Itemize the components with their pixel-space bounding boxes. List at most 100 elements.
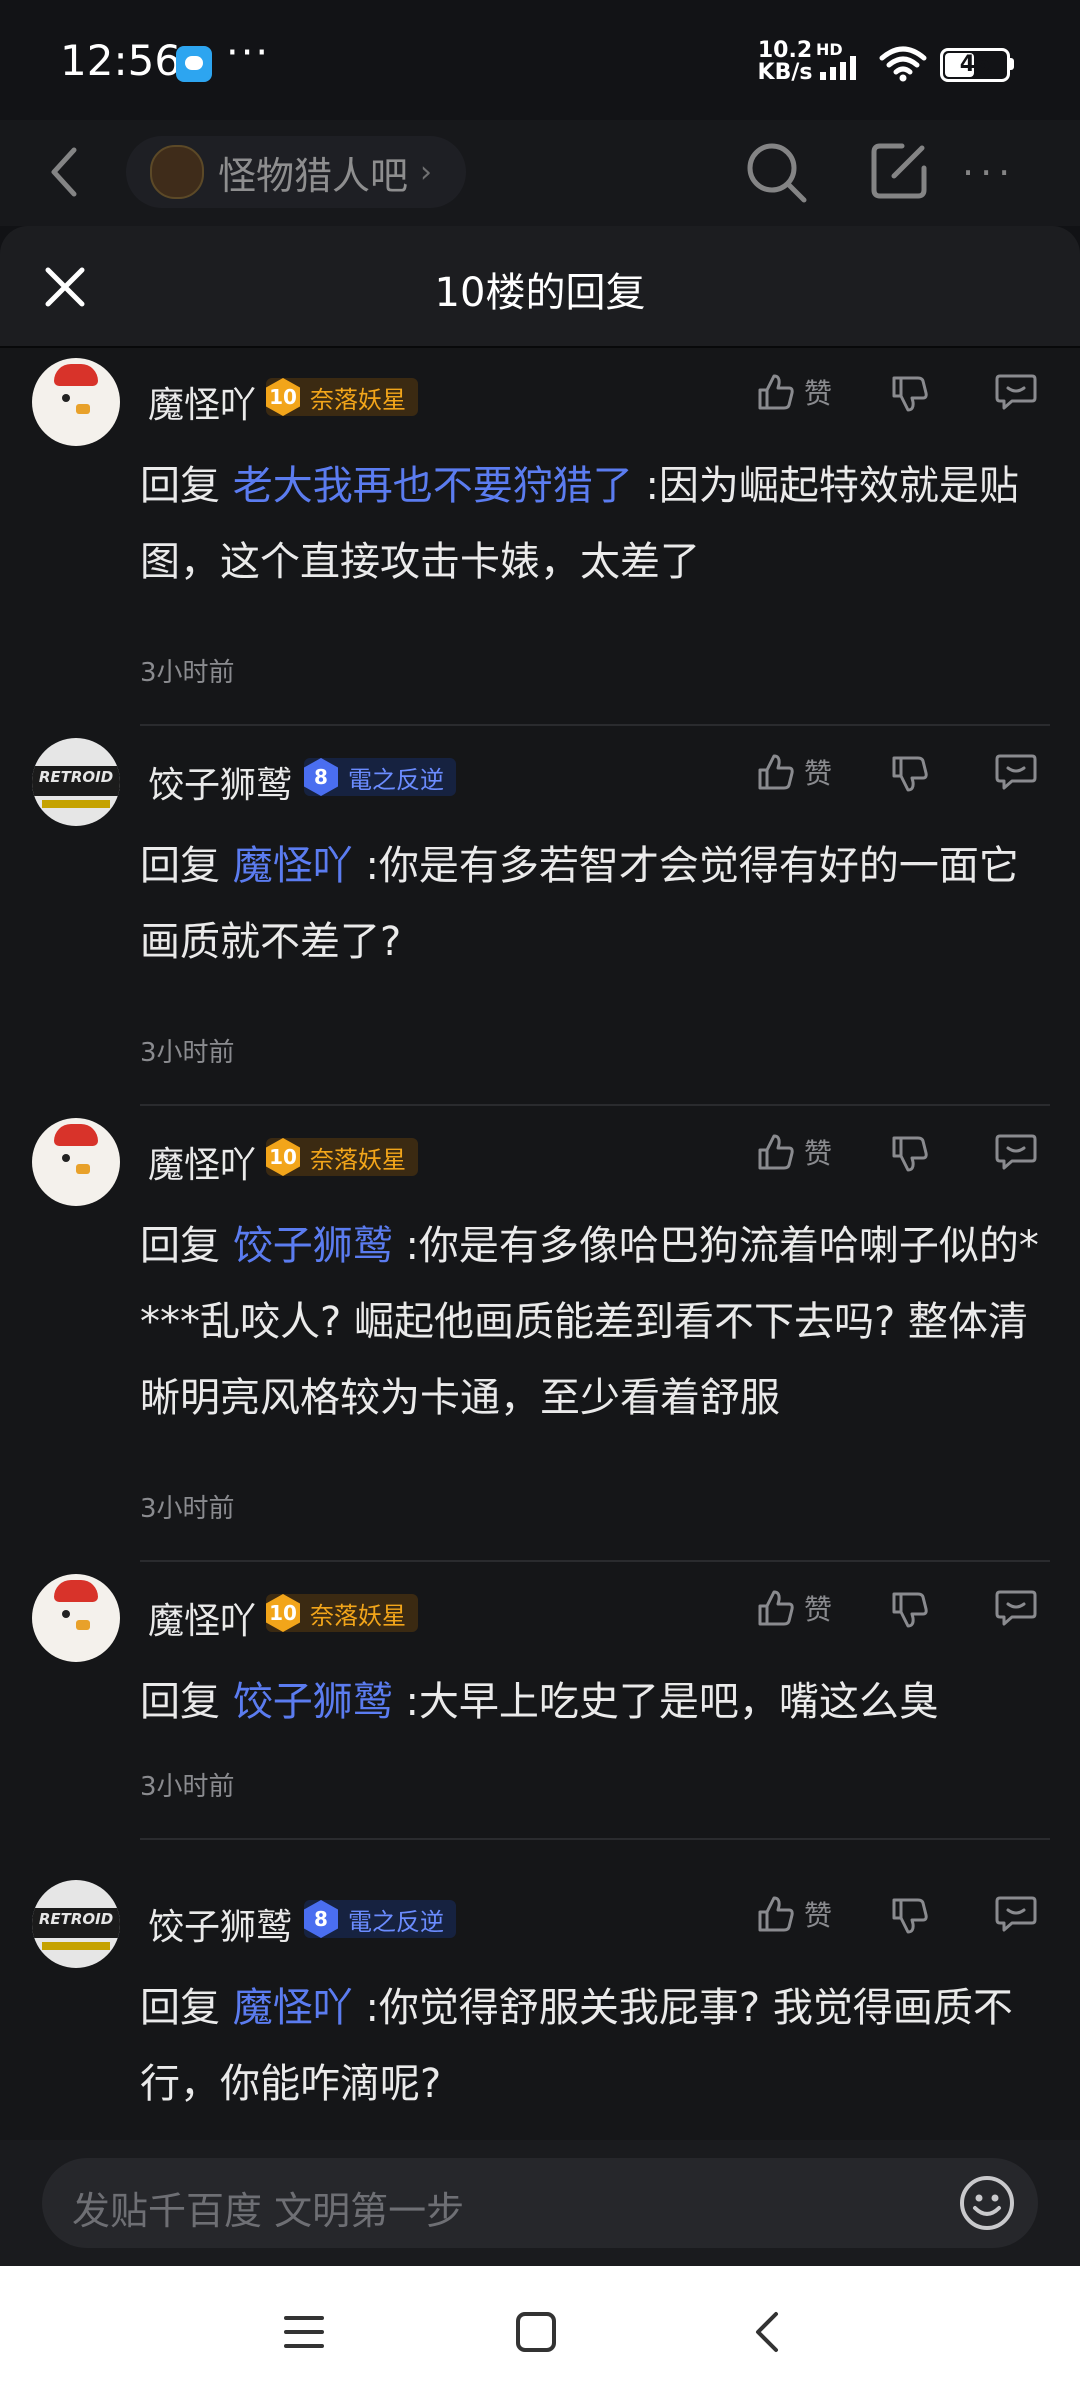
forum-avatar — [150, 145, 204, 199]
reply-time: 3小时前 — [140, 1772, 235, 1802]
reply-prefix: 回复 — [140, 1985, 220, 2031]
system-back-icon[interactable] — [746, 2308, 790, 2356]
like-button[interactable]: 赞 — [756, 1894, 832, 1934]
thumbs-up-icon — [758, 754, 794, 790]
home-icon[interactable] — [514, 2310, 558, 2354]
reply-time: 3小时前 — [140, 1494, 235, 1524]
badge-title: 奈落妖星 — [310, 1601, 406, 1630]
reply-prefix: 回复 — [140, 1679, 220, 1725]
mention-link[interactable]: 饺子狮鹫 — [233, 1223, 393, 1269]
divider — [140, 724, 1050, 726]
reply-icon[interactable] — [994, 1588, 1038, 1628]
reply-icon[interactable] — [994, 1132, 1038, 1172]
avatar[interactable] — [32, 1574, 120, 1662]
level-badge[interactable]: 8 電之反逆 — [304, 1900, 456, 1938]
battery-level: 46 — [959, 52, 991, 77]
thumbs-up-icon — [758, 1590, 794, 1626]
network-speed: 10.2 KB/s — [757, 38, 813, 85]
divider — [140, 1104, 1050, 1106]
reply-content: 回复 魔怪吖 :你觉得舒服关我屁事? 我觉得画质不行，你能咋滴呢? — [140, 1970, 1050, 2122]
battery-tip — [1008, 58, 1014, 70]
level-number: 8 — [304, 758, 338, 796]
edit-icon[interactable] — [866, 138, 932, 204]
like-label: 赞 — [804, 1137, 833, 1170]
battery-icon: 46 — [940, 48, 1010, 82]
reply-icon[interactable] — [994, 752, 1038, 792]
reply-icon[interactable] — [994, 372, 1038, 412]
username[interactable]: 魔怪吖 — [148, 1592, 256, 1644]
reply-time: 3小时前 — [140, 658, 235, 688]
more-notifications-icon: ··· — [226, 30, 271, 76]
mention-link[interactable]: 饺子狮鹫 — [233, 1679, 393, 1725]
like-label: 赞 — [804, 1593, 833, 1626]
level-number: 10 — [266, 378, 300, 416]
status-bar: 12:56 ··· 10.2 KB/s HD 46 — [0, 0, 1080, 120]
thumbs-up-icon — [758, 1134, 794, 1170]
menu-icon[interactable] — [282, 2310, 326, 2354]
like-label: 赞 — [804, 757, 833, 790]
like-button[interactable]: 赞 — [756, 752, 832, 792]
reply-content: 回复 饺子狮鹫 :你是有多像哈巴狗流着哈喇子似的****乱咬人? 崛起他画质能差… — [140, 1208, 1050, 1436]
avatar[interactable] — [32, 358, 120, 446]
avatar[interactable]: RETROID — [32, 1880, 120, 1968]
like-button[interactable]: 赞 — [756, 1588, 832, 1628]
reply-sheet: 10楼的回复 魔怪吖 10 奈落妖星 赞 回复 老大我再也不要狩猎了:因为崛起… — [0, 226, 1080, 2266]
like-button[interactable]: 赞 — [756, 1132, 832, 1172]
forum-chip[interactable]: 怪物猎人吧 › — [126, 136, 467, 208]
thumbs-down-icon[interactable] — [890, 754, 930, 794]
username[interactable]: 魔怪吖 — [148, 1136, 256, 1188]
thumbs-up-icon — [758, 374, 794, 410]
reply-content: 回复 魔怪吖 :你是有多若智才会觉得有好的一面它画质就不差了? — [140, 828, 1050, 980]
username[interactable]: 饺子狮鹫 — [148, 756, 292, 808]
reply-prefix: 回复 — [140, 463, 220, 509]
level-number: 8 — [304, 1900, 338, 1938]
level-badge[interactable]: 10 奈落妖星 — [266, 1138, 418, 1176]
search-icon[interactable] — [742, 138, 812, 208]
reply-text: :大早上吃史了是吧，嘴这么臭 — [405, 1679, 939, 1725]
badge-title: 電之反逆 — [348, 765, 444, 794]
thumbs-down-icon[interactable] — [890, 1896, 930, 1936]
reply-content: 回复 饺子狮鹫 :大早上吃史了是吧，嘴这么臭 — [140, 1664, 1050, 1740]
chevron-right-icon: › — [420, 154, 433, 190]
reply-prefix: 回复 — [140, 1223, 220, 1269]
divider — [140, 1560, 1050, 1562]
reply-icon[interactable] — [994, 1894, 1038, 1934]
comment-input[interactable]: 发贴千百度 文明第一步 — [42, 2158, 1038, 2248]
avatar[interactable] — [32, 1118, 120, 1206]
sheet-title: 10楼的回复 — [434, 270, 646, 316]
mention-link[interactable]: 老大我再也不要狩猎了 — [233, 463, 633, 509]
reply-content: 回复 老大我再也不要狩猎了 :因为崛起特效就是贴图，这个直接攻击卡婊，太差了 — [140, 448, 1050, 600]
comment-input-bar: 发贴千百度 文明第一步 — [0, 2140, 1080, 2266]
back-icon[interactable] — [40, 142, 90, 202]
mention-link[interactable]: 魔怪吖 — [233, 1985, 353, 2031]
like-button[interactable]: 赞 — [756, 372, 832, 412]
badge-title: 奈落妖星 — [310, 1145, 406, 1174]
username[interactable]: 魔怪吖 — [148, 376, 256, 428]
badge-title: 奈落妖星 — [310, 385, 406, 414]
status-time: 12:56 — [60, 36, 182, 85]
sheet-header: 10楼的回复 — [0, 226, 1080, 348]
system-nav-bar — [0, 2266, 1080, 2400]
level-number: 10 — [266, 1138, 300, 1176]
emoji-icon[interactable] — [958, 2174, 1016, 2232]
reply-time: 3小时前 — [140, 1038, 235, 1068]
level-number: 10 — [266, 1594, 300, 1632]
avatar[interactable]: RETROID — [32, 738, 120, 826]
thumbs-up-icon — [758, 1896, 794, 1932]
mention-link[interactable]: 魔怪吖 — [233, 843, 353, 889]
level-badge[interactable]: 10 奈落妖星 — [266, 378, 418, 416]
thumbs-down-icon[interactable] — [890, 1134, 930, 1174]
signal-icon — [820, 56, 856, 80]
level-badge[interactable]: 8 電之反逆 — [304, 758, 456, 796]
divider — [140, 1838, 1050, 1840]
thumbs-down-icon[interactable] — [890, 374, 930, 414]
page-nav-bar: 怪物猎人吧 › ··· — [0, 120, 1080, 226]
more-icon[interactable]: ··· — [962, 154, 1016, 192]
level-badge[interactable]: 10 奈落妖星 — [266, 1594, 418, 1632]
like-label: 赞 — [804, 1899, 833, 1932]
wifi-icon — [879, 46, 927, 82]
like-label: 赞 — [804, 377, 833, 410]
username[interactable]: 饺子狮鹫 — [148, 1898, 292, 1950]
input-placeholder: 发贴千百度 文明第一步 — [72, 2189, 465, 2233]
thumbs-down-icon[interactable] — [890, 1590, 930, 1630]
